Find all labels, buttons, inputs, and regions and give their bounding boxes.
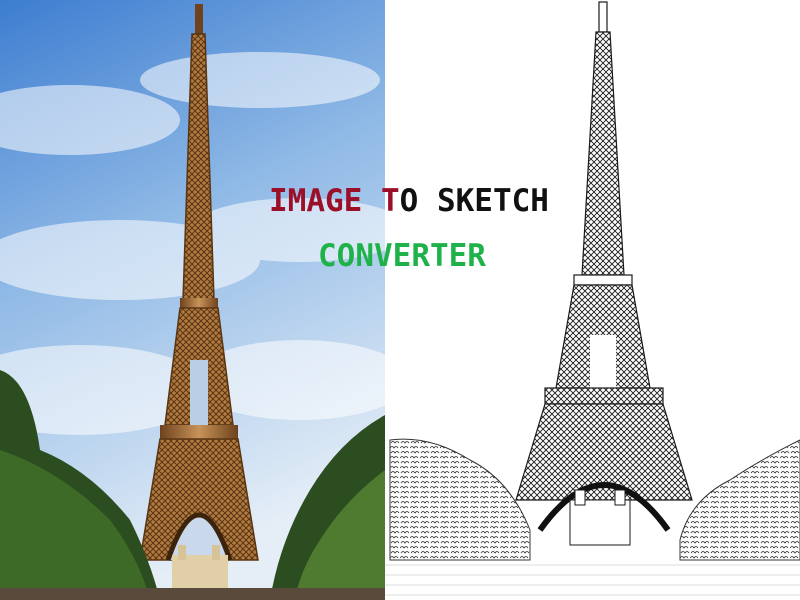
title-line-2: CONVERTER	[318, 241, 486, 272]
photo-panel	[0, 0, 410, 600]
title-line-1: IMAGE TO SKETCH	[269, 186, 549, 217]
ground-photo	[0, 588, 385, 600]
title-part-green: CONVERTER	[318, 238, 486, 274]
sketch-panel	[385, 0, 800, 600]
title-part-red: IMAGE T	[269, 183, 400, 219]
before-after-illustration	[0, 0, 800, 600]
title-part-black: O SKETCH	[399, 183, 549, 219]
